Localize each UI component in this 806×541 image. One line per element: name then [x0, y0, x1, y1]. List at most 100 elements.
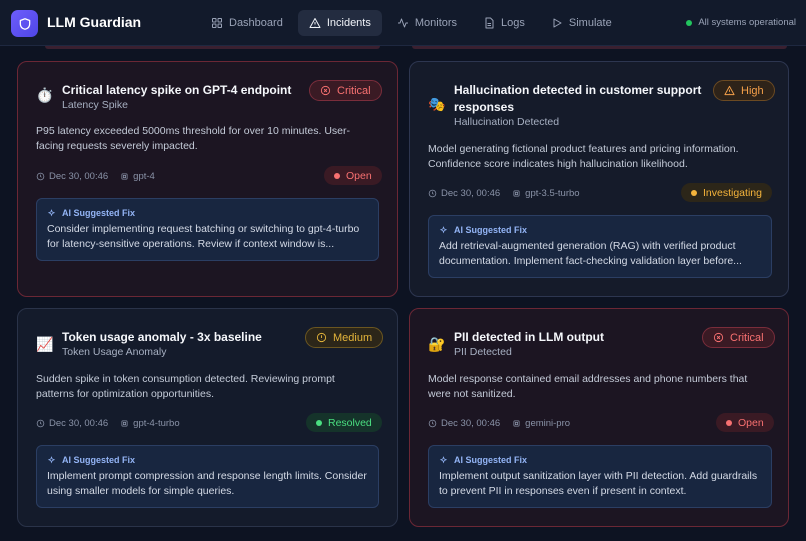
clock-icon [428, 189, 437, 198]
status-dot-icon [726, 419, 732, 426]
chart-increasing-icon: 📈 [36, 335, 54, 352]
nav-label: Dashboard [229, 17, 283, 29]
status-label: Investigating [703, 186, 762, 199]
status-label: Open [346, 169, 372, 182]
incident-model: gemini-pro [525, 418, 571, 429]
cpu-icon [121, 420, 128, 427]
severity-badge: Critical [702, 327, 775, 348]
alert-triangle-icon [309, 18, 321, 28]
file-icon [485, 17, 494, 29]
incident-model: gpt-3.5-turbo [525, 188, 580, 199]
fix-label: AI Suggested Fix [62, 455, 136, 465]
top-navigation: LLM Guardian Dashboard Incidents Monitor… [0, 0, 806, 46]
incident-meta: Dec 30, 00:46 gpt-4-turbo [36, 418, 180, 429]
sparkles-icon [47, 208, 56, 216]
severity-label: High [741, 84, 764, 97]
severity-badge: Medium [305, 327, 384, 348]
sparkles-icon [439, 455, 448, 463]
incident-description: P95 latency exceeded 5000ms threshold fo… [36, 125, 351, 152]
clock-icon [428, 419, 437, 428]
clock-icon [36, 419, 45, 428]
status-pill[interactable]: Investigating [681, 183, 772, 202]
incident-model: gpt-4-turbo [133, 418, 180, 429]
dashboard-icon [212, 18, 222, 28]
status-pill[interactable]: Open [324, 166, 382, 185]
x-circle-icon [320, 85, 331, 96]
fix-label: AI Suggested Fix [454, 455, 528, 465]
clock-icon [36, 172, 45, 181]
fix-text: Add retrieval-augmented generation (RAG)… [439, 240, 742, 267]
nav-label: Incidents [326, 17, 371, 29]
incident-title: Hallucination detected in customer suppo… [454, 83, 702, 114]
fix-text: Implement output sanitization layer with… [439, 470, 758, 497]
fix-text: Consider implementing request batching o… [47, 223, 360, 250]
status-pill[interactable]: Resolved [306, 413, 382, 432]
incident-description: Model generating fictional product featu… [428, 143, 739, 170]
incident-description: Sudden spike in token consumption detect… [36, 373, 335, 400]
card-peek-left [45, 46, 380, 49]
fix-label: AI Suggested Fix [62, 208, 136, 218]
incident-description: Model response contained email addresses… [428, 373, 748, 400]
cpu-icon [513, 190, 520, 197]
incident-title: Token usage anomaly - 3x baseline [62, 330, 262, 344]
alert-circle-icon [316, 332, 327, 343]
severity-badge: Critical [309, 80, 382, 101]
incident-card[interactable]: 📈 Token usage anomaly - 3x baseline Toke… [17, 308, 398, 527]
activity-icon [397, 18, 408, 28]
incident-time: Dec 30, 00:46 [49, 171, 109, 182]
main-nav: Dashboard Incidents Monitors Logs Simula… [200, 10, 623, 36]
shield-logo-icon[interactable] [11, 10, 38, 37]
nav-incidents[interactable]: Incidents [297, 10, 382, 36]
lock-icon: 🔐 [428, 335, 446, 352]
system-status-text: All systems operational [698, 17, 796, 28]
nav-dashboard[interactable]: Dashboard [200, 10, 294, 36]
incident-title: PII detected in LLM output [454, 330, 604, 344]
nav-monitors[interactable]: Monitors [386, 10, 468, 36]
incident-time: Dec 30, 00:46 [49, 418, 109, 429]
severity-label: Critical [730, 331, 764, 344]
severity-label: Medium [333, 331, 373, 344]
x-circle-icon [713, 332, 724, 343]
incident-model: gpt-4 [133, 171, 155, 182]
nav-label: Simulate [568, 17, 612, 29]
theater-masks-icon: 🎭 [428, 95, 446, 112]
alert-triangle-icon [724, 85, 735, 96]
incident-meta: Dec 30, 00:46 gemini-pro [428, 418, 570, 429]
status-label: Resolved [328, 416, 372, 429]
system-status: All systems operational [686, 17, 796, 28]
status-dot-icon [334, 172, 340, 179]
fix-label: AI Suggested Fix [454, 225, 528, 235]
incident-category: Token Usage Anomaly [62, 346, 167, 358]
fix-text: Implement prompt compression and respons… [47, 470, 367, 497]
nav-logs[interactable]: Logs [472, 10, 536, 36]
incident-card[interactable]: ⏱️ Critical latency spike on GPT-4 endpo… [17, 61, 398, 297]
status-dot-icon [686, 19, 693, 26]
play-icon [553, 18, 562, 28]
status-pill[interactable]: Open [716, 413, 774, 432]
incident-meta: Dec 30, 00:46 gpt-4 [36, 171, 155, 182]
nav-simulate[interactable]: Simulate [540, 10, 623, 36]
nav-label: Logs [501, 17, 525, 29]
ai-suggested-fix: AI Suggested Fix Implement prompt compre… [36, 445, 379, 508]
cpu-icon [121, 173, 128, 180]
severity-label: Critical [337, 84, 371, 97]
ai-suggested-fix: AI Suggested Fix Add retrieval-augmented… [428, 215, 772, 278]
incident-category: Latency Spike [62, 99, 128, 111]
status-dot-icon [691, 189, 697, 196]
stopwatch-icon: ⏱️ [36, 86, 54, 103]
incident-card[interactable]: 🔐 PII detected in LLM output PII Detecte… [409, 308, 789, 527]
incident-category: PII Detected [454, 346, 512, 358]
app-name: LLM Guardian [47, 14, 142, 30]
sparkles-icon [47, 455, 56, 463]
nav-label: Monitors [414, 17, 458, 29]
incident-card[interactable]: 🎭 Hallucination detected in customer sup… [409, 61, 789, 297]
cpu-icon [513, 420, 520, 427]
incident-category: Hallucination Detected [454, 116, 560, 128]
incident-meta: Dec 30, 00:46 gpt-3.5-turbo [428, 188, 580, 199]
status-label: Open [738, 416, 764, 429]
incident-time: Dec 30, 00:46 [441, 418, 501, 429]
severity-badge: High [713, 80, 775, 101]
incident-title: Critical latency spike on GPT-4 endpoint [62, 83, 292, 97]
status-dot-icon [316, 419, 322, 426]
incident-time: Dec 30, 00:46 [441, 188, 501, 199]
